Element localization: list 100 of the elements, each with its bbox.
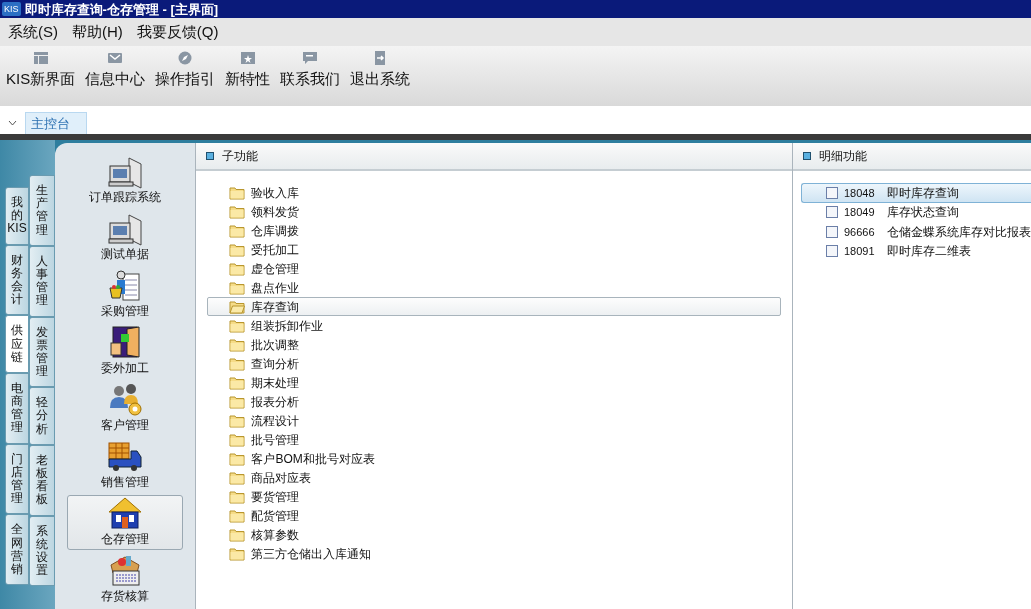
square-bullet-icon bbox=[206, 152, 215, 160]
folder-icon bbox=[229, 546, 246, 561]
function-name: 即时库存查询 bbox=[887, 184, 959, 202]
function-name: 库存状态查询 bbox=[887, 204, 959, 222]
document-icon bbox=[826, 206, 838, 219]
detail-row[interactable]: 96666 仓储金蝶系统库存对比报表 bbox=[801, 222, 1031, 242]
side-tab[interactable]: 全网营销 bbox=[5, 514, 29, 586]
document-tab[interactable]: 主控台 bbox=[25, 112, 87, 134]
users-gear-icon bbox=[107, 382, 144, 418]
detail-row[interactable]: 18048 即时库存查询 bbox=[801, 183, 1031, 203]
toolbar-button[interactable]: KIS新界面 bbox=[6, 50, 76, 89]
document-icon bbox=[826, 225, 838, 238]
open-folder-icon bbox=[229, 299, 246, 314]
folder-icon bbox=[229, 318, 246, 333]
folder-icon bbox=[229, 280, 246, 295]
function-row[interactable]: 验收入库 bbox=[207, 183, 781, 202]
panel-title: 子功能 bbox=[222, 148, 259, 165]
house-icon bbox=[107, 496, 144, 532]
detail-row[interactable]: 18049 库存状态查询 bbox=[801, 202, 1031, 222]
function-row[interactable]: 第三方仓储出入库通知 bbox=[207, 544, 781, 563]
folder-icon bbox=[229, 470, 246, 485]
function-row[interactable]: 领料发货 bbox=[207, 202, 781, 221]
document-icon bbox=[826, 186, 838, 199]
function-row[interactable]: 组装拆卸作业 bbox=[207, 316, 781, 335]
folder-icon bbox=[229, 356, 246, 371]
function-row[interactable]: 流程设计 bbox=[207, 411, 781, 430]
module-item[interactable]: 客户管理 bbox=[67, 381, 184, 436]
function-code: 18091 bbox=[844, 244, 876, 259]
compass-icon bbox=[177, 50, 194, 66]
function-row[interactable]: 期末处理 bbox=[207, 373, 781, 392]
function-row[interactable]: 核算参数 bbox=[207, 525, 781, 544]
folder-icon bbox=[229, 242, 246, 257]
folder-icon bbox=[229, 204, 246, 219]
module-item[interactable]: 仓存管理 bbox=[67, 495, 184, 550]
side-tab[interactable]: 门店管理 bbox=[5, 443, 29, 515]
function-row[interactable]: 受托加工 bbox=[207, 240, 781, 259]
side-tab[interactable]: 系统设置 bbox=[29, 515, 55, 587]
toolbar-button[interactable]: 操作指引 bbox=[155, 50, 216, 89]
toolbar-button[interactable]: 新特性 bbox=[225, 50, 271, 89]
function-row[interactable]: 虚仓管理 bbox=[207, 259, 781, 278]
side-tab[interactable]: 生产管理 bbox=[29, 175, 55, 246]
function-row[interactable]: 报表分析 bbox=[207, 392, 781, 411]
app-logo: KIS bbox=[2, 2, 21, 16]
chevron-down-icon[interactable] bbox=[8, 120, 17, 126]
function-row[interactable]: 商品对应表 bbox=[207, 468, 781, 487]
side-tab[interactable]: 供应链 bbox=[5, 315, 29, 373]
side-tab[interactable]: 人事管理 bbox=[29, 245, 55, 317]
side-tab[interactable]: 轻分析 bbox=[29, 387, 55, 445]
function-row[interactable]: 配货管理 bbox=[207, 506, 781, 525]
computer-icon bbox=[107, 211, 144, 247]
side-tab[interactable]: 我的KIS bbox=[5, 187, 29, 245]
square-bullet-icon bbox=[803, 152, 811, 160]
function-row[interactable]: 要货管理 bbox=[207, 487, 781, 506]
side-tab[interactable]: 老板看板 bbox=[29, 444, 55, 516]
module-item[interactable]: 存货核算 bbox=[67, 552, 184, 607]
module-item[interactable]: 委外加工 bbox=[67, 324, 184, 379]
menu-item[interactable]: 我要反馈(Q) bbox=[136, 20, 219, 44]
toolbar-button[interactable]: 退出系统 bbox=[350, 50, 411, 89]
chat-icon bbox=[302, 50, 319, 66]
folder-icon bbox=[229, 261, 246, 276]
side-tab[interactable]: 电商管理 bbox=[5, 372, 29, 444]
menu-item[interactable]: 帮助(H) bbox=[72, 20, 123, 44]
function-code: 18048 bbox=[844, 185, 876, 201]
folder-icon bbox=[229, 489, 246, 504]
toolbar-button[interactable]: 联系我们 bbox=[280, 50, 341, 89]
function-name: 仓储金蝶系统库存对比报表 bbox=[887, 223, 1031, 241]
folder-icon bbox=[229, 394, 246, 409]
folder-icon bbox=[229, 432, 246, 447]
module-item[interactable]: 订单跟踪系统 bbox=[67, 153, 184, 208]
module-item[interactable]: 销售管理 bbox=[67, 438, 184, 493]
function-row[interactable]: 批次调整 bbox=[207, 335, 781, 354]
function-row[interactable]: 库存查询 bbox=[207, 297, 781, 316]
module-item[interactable]: 采购管理 bbox=[67, 267, 184, 322]
document-icon bbox=[826, 245, 838, 258]
layout-icon bbox=[32, 50, 49, 66]
folder-icon bbox=[229, 375, 246, 390]
folder-icon bbox=[229, 413, 246, 428]
function-row[interactable]: 批号管理 bbox=[207, 430, 781, 449]
folder-icon bbox=[229, 185, 246, 200]
folder-icon bbox=[229, 451, 246, 466]
toolbar-button[interactable]: 信息中心 bbox=[85, 50, 146, 89]
folder-icon bbox=[229, 337, 246, 352]
function-row[interactable]: 客户BOM和批号对应表 bbox=[207, 449, 781, 468]
module-item[interactable]: 测试单据 bbox=[67, 210, 184, 265]
function-row[interactable]: 仓库调拨 bbox=[207, 221, 781, 240]
function-name: 即时库存二维表 bbox=[887, 243, 971, 261]
panel-title: 明细功能 bbox=[819, 148, 867, 165]
menu-item[interactable]: 系统(S) bbox=[8, 20, 58, 44]
folder-icon bbox=[229, 527, 246, 542]
envelope-icon bbox=[107, 50, 124, 66]
function-row[interactable]: 查询分析 bbox=[207, 354, 781, 373]
detail-row[interactable]: 18091 即时库存二维表 bbox=[801, 241, 1031, 261]
folder-icon bbox=[229, 223, 246, 238]
function-code: 18049 bbox=[844, 205, 876, 220]
function-code: 96666 bbox=[844, 224, 876, 240]
function-row[interactable]: 盘点作业 bbox=[207, 278, 781, 297]
side-tab[interactable]: 发票管理 bbox=[29, 316, 55, 388]
side-tab[interactable]: 财务会计 bbox=[5, 244, 29, 316]
window-title: 即时库存查询-仓存管理 - [主界面] bbox=[24, 2, 219, 16]
folder-icon bbox=[229, 508, 246, 523]
